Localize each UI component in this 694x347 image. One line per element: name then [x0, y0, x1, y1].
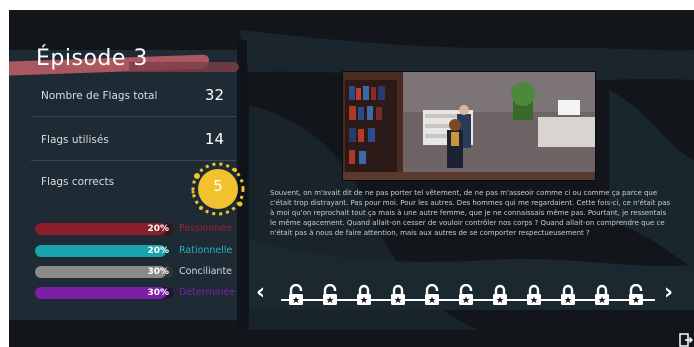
lock-closed-icon[interactable]	[389, 284, 407, 306]
profile-bar-percent: 20%	[147, 246, 169, 256]
game-screen: Épisode 3 Nombre de Flags total 32 Flags…	[9, 10, 694, 347]
profile-bar-fill	[35, 245, 166, 257]
previous-arrow-button[interactable]: ‹	[256, 280, 265, 305]
profile-bar-conciliante: 30%	[35, 266, 173, 278]
flags-correct-label: Flags corrects	[41, 176, 115, 188]
profile-bar-fill	[35, 266, 166, 278]
flags-correct-value: 5	[213, 177, 223, 195]
lock-open-icon[interactable]	[287, 284, 305, 306]
lock-closed-icon[interactable]	[491, 284, 509, 306]
profile-bar-percent: 30%	[147, 288, 169, 298]
profile-bar-name: Conciliante	[179, 266, 233, 277]
profile-bar-fill	[35, 223, 166, 235]
profile-bar-determinee: 30%	[35, 287, 173, 299]
score-splash-icon: 5	[185, 156, 251, 222]
episode-title: Épisode 3	[36, 46, 148, 71]
exit-icon[interactable]	[679, 333, 693, 347]
story-text: Souvent, on m'avait dit de ne pas porter…	[270, 189, 671, 237]
lock-closed-icon[interactable]	[559, 284, 577, 306]
flags-used-label: Flags utilisés	[41, 134, 109, 146]
flag-lock-row	[281, 278, 661, 308]
lock-open-icon[interactable]	[457, 284, 475, 306]
profile-bar-name: Déterminée	[179, 287, 236, 298]
lock-open-icon[interactable]	[321, 284, 339, 306]
profile-bar-name: Passionnée	[179, 223, 233, 234]
lock-open-icon[interactable]	[423, 284, 441, 306]
lock-closed-icon[interactable]	[525, 284, 543, 306]
profile-bar-passionnee: 20%	[35, 223, 173, 235]
flags-total-value: 32	[204, 86, 224, 104]
lock-closed-icon[interactable]	[593, 284, 611, 306]
separator	[31, 116, 236, 117]
lock-closed-icon[interactable]	[355, 284, 373, 306]
scene-illustration	[342, 71, 596, 181]
flags-total-label: Nombre de Flags total	[41, 90, 158, 102]
profile-bar-fill	[35, 287, 166, 299]
lock-open-icon[interactable]	[627, 284, 645, 306]
flags-used-value: 14	[204, 130, 224, 148]
profile-bar-percent: 30%	[147, 267, 169, 277]
next-arrow-button[interactable]: ›	[664, 280, 673, 305]
profile-bar-name: Rationnelle	[179, 245, 233, 256]
profile-bar-percent: 20%	[147, 224, 169, 234]
profile-bar-rationnelle: 20%	[35, 245, 173, 257]
